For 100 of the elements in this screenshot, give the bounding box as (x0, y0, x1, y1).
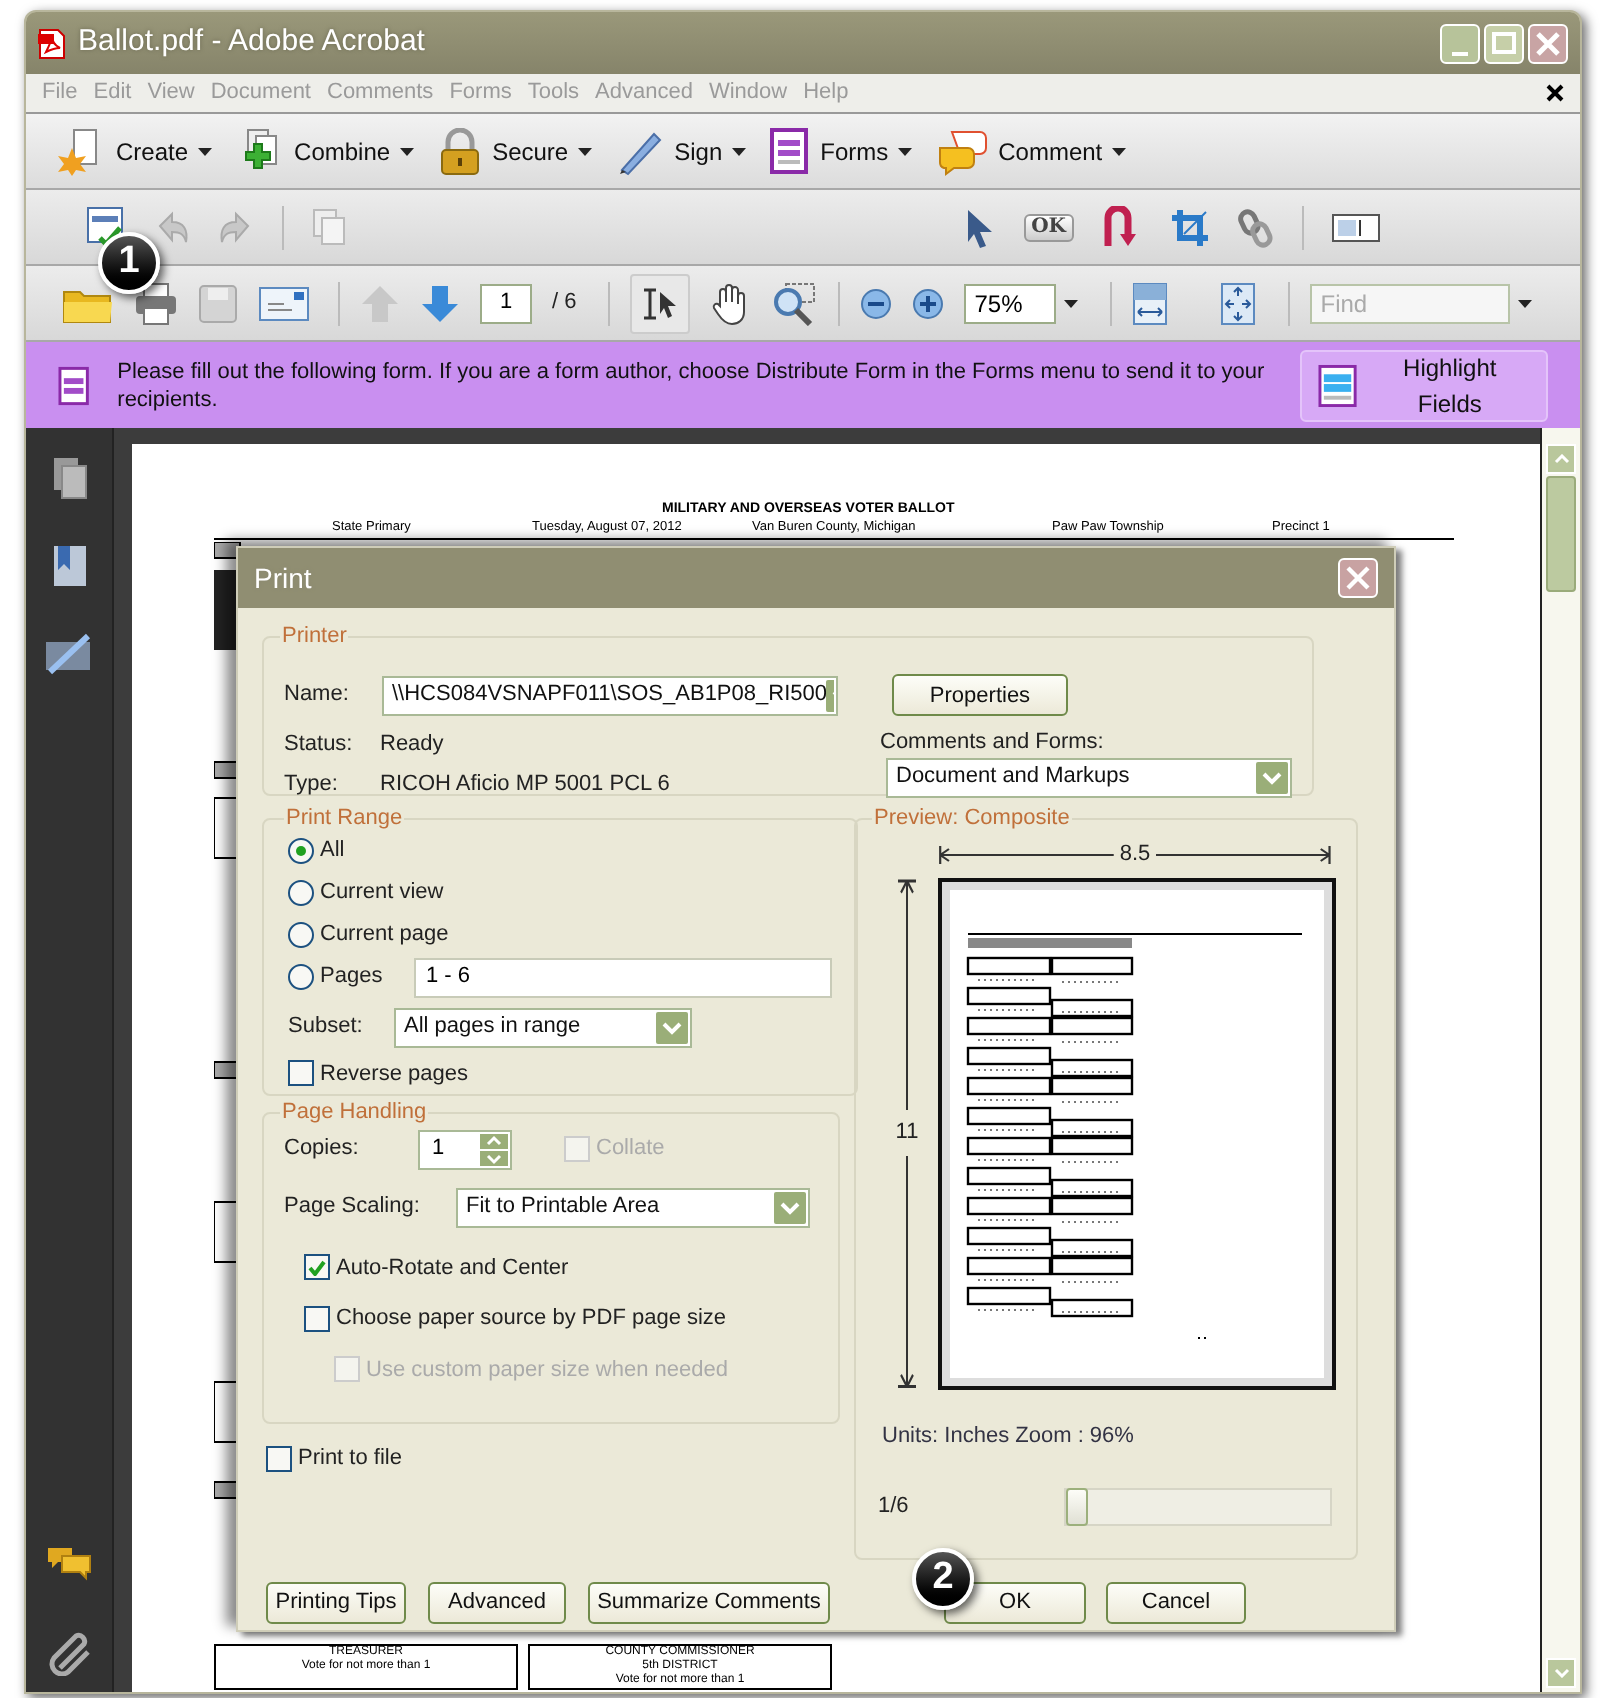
up-chevron-icon (1553, 454, 1569, 464)
caret-icon[interactable] (1112, 147, 1127, 155)
close-icon[interactable] (1546, 84, 1564, 102)
field-label: Comments and Forms: (880, 727, 1106, 757)
signature-pen-icon[interactable] (43, 632, 95, 676)
field-label: Subset: (288, 1012, 365, 1043)
caret-icon[interactable] (400, 147, 415, 155)
type-value: RICOH Aficio MP 5001 PCL 6 (380, 770, 670, 800)
radio-button[interactable] (288, 880, 314, 906)
caret-icon[interactable] (1064, 299, 1079, 307)
pages-icon[interactable] (51, 456, 87, 500)
spell-check-icon[interactable] (86, 205, 126, 249)
form-fields-icon (1318, 363, 1358, 407)
padlock-icon[interactable] (438, 127, 483, 175)
subset-dropdown[interactable]: All pages in range (394, 1007, 692, 1047)
dimension-arrow-icon (898, 877, 916, 1111)
field-label: Name: (284, 680, 351, 711)
printer-name-dropdown[interactable]: \\HCS084VSNAPF011\SOS_AB1P08_RI500 (382, 675, 838, 715)
fit-page-icon[interactable] (1220, 281, 1257, 325)
button-tool[interactable]: OK (1023, 213, 1074, 241)
dialog-button[interactable]: Printing Tips (266, 1581, 406, 1624)
minimize-button[interactable] (1440, 23, 1480, 63)
zoom-in-icon[interactable] (912, 287, 945, 319)
printer-icon[interactable] (134, 281, 178, 325)
dialog-button[interactable]: Advanced (428, 1581, 566, 1624)
option-label: Choose paper source by PDF page size (336, 1304, 727, 1334)
minimize-icon (1452, 51, 1468, 55)
radio-button[interactable] (288, 838, 314, 864)
text-cursor-arrow-icon[interactable] (640, 285, 681, 321)
envelope-icon[interactable] (258, 283, 310, 323)
fit-width-icon[interactable] (1132, 281, 1169, 325)
caret-icon[interactable] (198, 147, 213, 155)
caret-icon[interactable] (578, 147, 593, 155)
option-label: All (320, 836, 347, 867)
select-tool-button[interactable] (630, 273, 691, 333)
radio-button[interactable] (288, 964, 314, 990)
page-count: / 6 (552, 288, 577, 319)
pointer-arrow-icon[interactable] (963, 207, 996, 247)
highlight-fields-button[interactable]: Highlight Fields (1300, 349, 1548, 421)
page-scaling-dropdown[interactable]: Fit to Printable Area (456, 1187, 810, 1227)
dimension-arrow-icon (898, 1155, 916, 1389)
close-button[interactable] (1528, 23, 1568, 63)
maximize-button[interactable] (1484, 23, 1524, 63)
checkbox[interactable] (266, 1445, 292, 1472)
down-arrow-icon[interactable] (420, 283, 460, 323)
field-label: Type: (284, 770, 340, 800)
dimension-arrow-icon (938, 846, 1114, 864)
zoom-out-icon[interactable] (860, 287, 893, 319)
height-dimension: 11 (895, 1118, 919, 1149)
page-number-field[interactable]: 1 (480, 283, 532, 323)
text-field-icon[interactable] (1332, 213, 1380, 241)
dialog-button[interactable]: Summarize Comments (588, 1581, 830, 1624)
comments-icon[interactable] (45, 1544, 93, 1584)
pages-field[interactable]: 1 - 6 (414, 957, 832, 997)
properties-button[interactable]: Properties (892, 674, 1068, 717)
checkbox[interactable] (288, 1060, 314, 1087)
checkbox[interactable] (304, 1254, 330, 1281)
group-title: Page Handling (280, 1098, 429, 1128)
dropdown-arrow-icon (826, 679, 834, 711)
task-button[interactable]: Create (116, 133, 189, 169)
caret-icon[interactable] (898, 147, 913, 155)
cancel-button[interactable]: Cancel (1106, 1581, 1246, 1624)
speech-bubbles-icon[interactable] (936, 127, 989, 175)
zoom-field[interactable]: 75% (964, 283, 1057, 323)
pen-icon[interactable] (616, 127, 665, 175)
form-icon[interactable] (770, 127, 811, 175)
option-label: Reverse pages (320, 1059, 468, 1089)
copies-spinner[interactable]: 1 (418, 1129, 512, 1169)
u-turn-arrow-icon[interactable] (1102, 205, 1142, 249)
find-field[interactable]: Find (1310, 283, 1511, 323)
checkbox[interactable] (304, 1305, 330, 1332)
field-label: Page Scaling: (284, 1192, 422, 1223)
scrollbar[interactable] (1540, 428, 1580, 1692)
close-icon (1346, 566, 1370, 590)
task-button[interactable]: Comment (998, 133, 1103, 169)
bookmark-icon[interactable] (51, 544, 87, 588)
chain-link-icon[interactable] (1238, 207, 1274, 247)
option-label: Auto-Rotate and Center (336, 1253, 569, 1283)
task-button[interactable]: Secure (492, 133, 569, 169)
paperclip-icon[interactable] (47, 1628, 91, 1676)
window-title: Ballot.pdf - Adobe Acrobat (78, 22, 425, 63)
task-button[interactable]: Forms (820, 133, 889, 169)
task-button[interactable]: Combine (294, 133, 391, 169)
field-label: Copies: (284, 1134, 361, 1165)
maximize-icon (1492, 32, 1516, 54)
pdf-file-icon (38, 27, 66, 59)
scroll-thumb[interactable] (1546, 476, 1576, 592)
page-slider-track[interactable] (1064, 1488, 1332, 1526)
hand-icon[interactable] (710, 281, 751, 325)
caret-icon[interactable] (1518, 299, 1533, 307)
task-button[interactable]: Sign (674, 133, 723, 169)
caret-icon[interactable] (732, 147, 747, 155)
zoom-marquee-icon[interactable] (770, 281, 819, 325)
radio-button[interactable] (288, 922, 314, 948)
crop-icon[interactable] (1170, 207, 1210, 247)
zoom-info: Units: Inches Zoom : 96% (882, 1421, 1136, 1451)
group-title: Preview: Composite (872, 804, 1072, 834)
slider-thumb[interactable] (1066, 1488, 1088, 1526)
comments-forms-dropdown[interactable]: Document and Markups (886, 757, 1292, 797)
width-dimension: 8.5 (1117, 840, 1153, 871)
